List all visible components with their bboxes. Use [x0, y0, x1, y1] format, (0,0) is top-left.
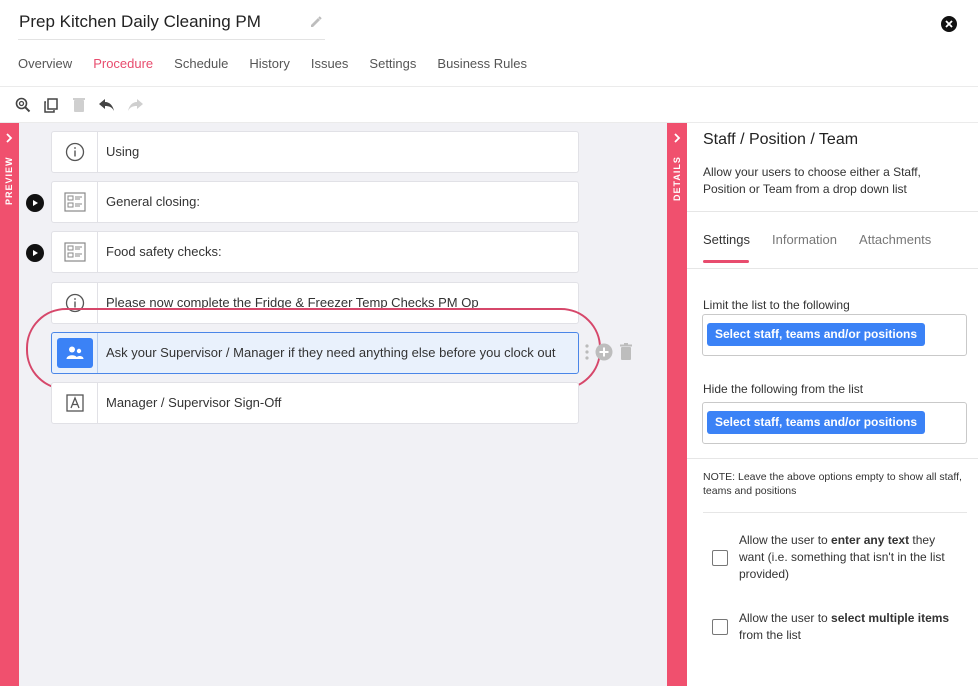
limit-list-select[interactable]: Select staff, teams and/or positions: [702, 314, 967, 356]
tab-business-rules[interactable]: Business Rules: [437, 56, 527, 86]
hide-list-select[interactable]: Select staff, teams and/or positions: [702, 402, 967, 444]
tab-details-information[interactable]: Information: [772, 232, 837, 247]
details-description: Allow your users to choose either a Staf…: [703, 165, 921, 196]
expand-play-button[interactable]: [26, 244, 44, 262]
close-button[interactable]: [941, 16, 957, 32]
checklist-icon: [52, 182, 98, 222]
info-icon: [52, 132, 98, 172]
step-label: General closing:: [106, 194, 200, 209]
limit-list-label: Limit the list to the following: [703, 298, 850, 312]
details-label: DETAILS: [672, 156, 682, 201]
step-item[interactable]: Manager / Supervisor Sign-Off: [51, 382, 579, 424]
step-item[interactable]: Using: [51, 131, 579, 173]
active-tab-indicator: [703, 260, 749, 263]
tab-details-attachments[interactable]: Attachments: [859, 232, 931, 247]
delete-icon[interactable]: [70, 96, 88, 114]
divider: [687, 211, 978, 212]
step-label: Food safety checks:: [106, 244, 222, 259]
title-row: Prep Kitchen Daily Cleaning PM: [18, 12, 325, 40]
note-text: NOTE: Leave the above options empty to s…: [703, 471, 962, 497]
step-actions: [585, 343, 633, 366]
allow-any-text-label: Allow the user to enter any text they wa…: [739, 533, 945, 581]
toolbar: [14, 95, 154, 115]
step-label: Using: [106, 144, 140, 159]
zoom-icon[interactable]: [14, 96, 32, 114]
select-placeholder-chip: Select staff, teams and/or positions: [707, 323, 926, 346]
tab-issues[interactable]: Issues: [311, 56, 349, 86]
step-item[interactable]: General closing:: [51, 181, 579, 223]
tab-history[interactable]: History: [249, 56, 289, 86]
tab-schedule[interactable]: Schedule: [174, 56, 228, 86]
step-item[interactable]: Food safety checks:: [51, 231, 579, 273]
select-placeholder-chip: Select staff, teams and/or positions: [707, 411, 926, 434]
tab-procedure[interactable]: Procedure: [93, 56, 153, 86]
tab-details-settings[interactable]: Settings: [703, 232, 750, 247]
allow-any-text-checkbox[interactable]: [712, 550, 728, 566]
allow-multiple-label: Allow the user to select multiple items …: [739, 611, 950, 642]
copy-icon[interactable]: [42, 96, 60, 114]
expand-play-button[interactable]: [26, 194, 44, 212]
preview-label: PREVIEW: [4, 156, 14, 205]
drag-handle-icon[interactable]: [585, 344, 589, 365]
tabs-divider: [0, 86, 978, 87]
step-label: Manager / Supervisor Sign-Off: [106, 395, 282, 410]
edit-icon[interactable]: [309, 15, 323, 29]
tab-settings[interactable]: Settings: [369, 56, 416, 86]
add-step-icon[interactable]: [595, 343, 613, 366]
divider: [687, 458, 978, 459]
page-title: Prep Kitchen Daily Cleaning PM: [19, 12, 261, 31]
details-title: Staff / Position / Team: [703, 131, 859, 148]
checklist-icon: [52, 232, 98, 272]
chevron-right-icon: [6, 133, 13, 143]
procedure-canvas: Using General closing: Food safety check…: [19, 123, 667, 686]
selection-highlight: [26, 308, 601, 390]
play-icon: [33, 200, 38, 206]
details-tabs: Settings Information Attachments: [703, 232, 953, 247]
preview-sidebar[interactable]: PREVIEW: [0, 123, 19, 686]
details-panel: Staff / Position / Team Allow your users…: [687, 123, 978, 686]
tab-overview[interactable]: Overview: [18, 56, 72, 86]
redo-icon[interactable]: [126, 96, 144, 114]
details-sidebar[interactable]: DETAILS: [667, 123, 687, 686]
chevron-right-icon: [674, 133, 681, 143]
undo-icon[interactable]: [98, 96, 116, 114]
text-field-icon: [52, 383, 98, 423]
allow-multiple-checkbox[interactable]: [712, 619, 728, 635]
main-tabs: Overview Procedure Schedule History Issu…: [18, 56, 548, 86]
divider: [703, 512, 967, 513]
hide-list-label: Hide the following from the list: [703, 382, 864, 396]
delete-step-icon[interactable]: [619, 343, 633, 366]
play-icon: [33, 250, 38, 256]
close-icon: [945, 20, 953, 28]
divider: [687, 268, 978, 269]
